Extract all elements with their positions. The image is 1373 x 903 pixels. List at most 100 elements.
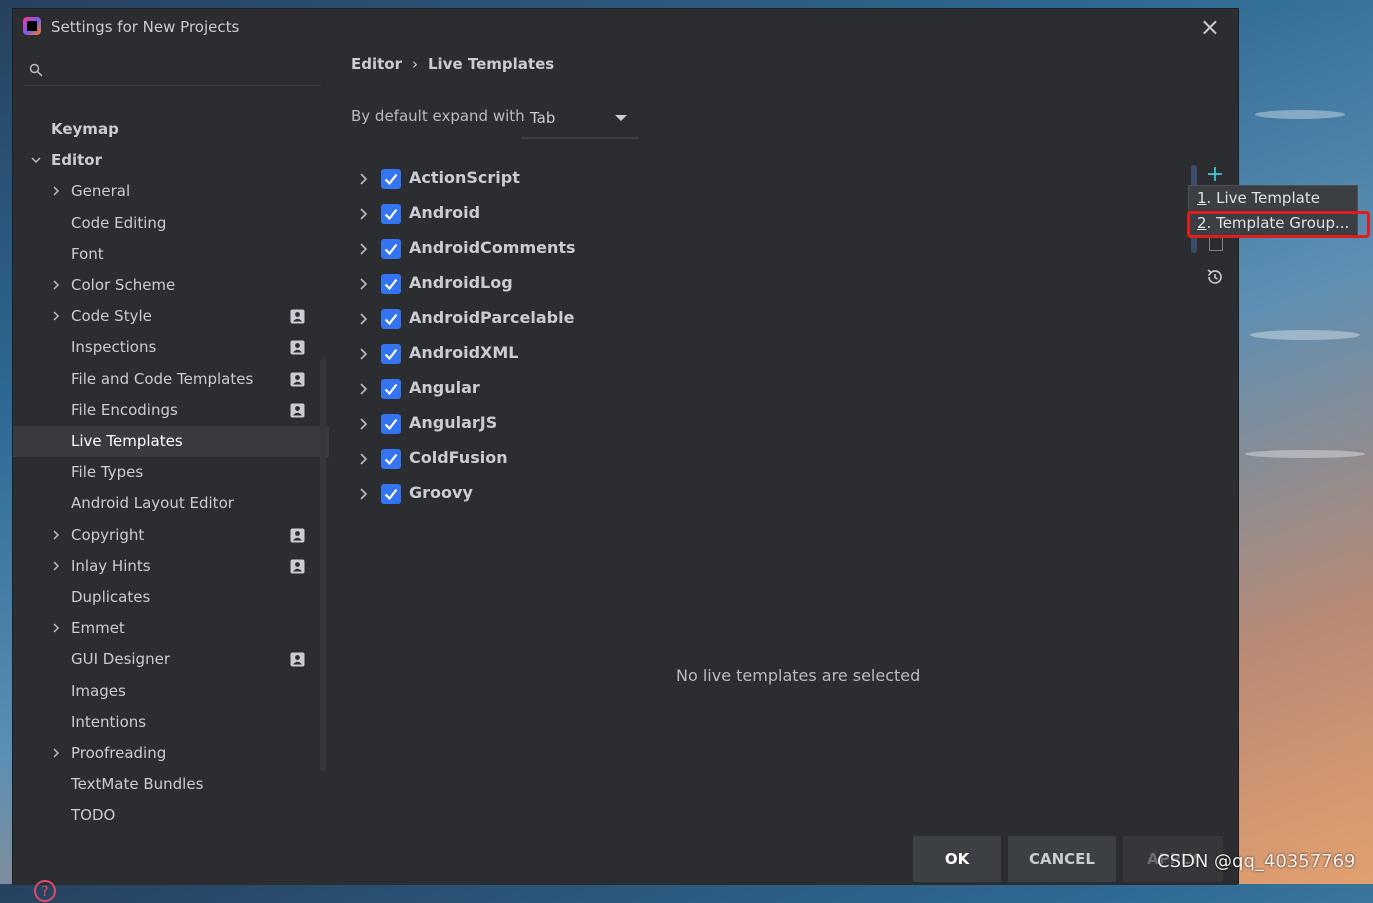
sidebar-item-label: Duplicates <box>71 588 151 606</box>
template-group-row[interactable]: AndroidComments <box>357 235 657 265</box>
sidebar-item[interactable]: Inlay Hints <box>13 551 329 582</box>
watermark: CSDN @qq_40357769 <box>1157 851 1356 872</box>
checkmark-icon <box>384 348 398 361</box>
chevron-right-icon[interactable] <box>51 280 61 290</box>
template-group-row[interactable]: AndroidXML <box>357 340 657 370</box>
template-group-row[interactable]: AngularJS <box>357 410 657 440</box>
template-group-checkbox[interactable] <box>381 169 401 189</box>
template-group-row[interactable]: AndroidParcelable <box>357 305 657 335</box>
sidebar-item[interactable]: File and Code Templates <box>13 364 329 395</box>
sidebar-item[interactable]: Proofreading <box>13 738 329 769</box>
template-group-row[interactable]: Angular <box>357 375 657 405</box>
title-bar: Settings for New Projects × <box>13 9 1238 45</box>
sidebar-item[interactable]: Color Scheme <box>13 270 329 301</box>
chevron-right-icon[interactable] <box>357 348 369 360</box>
template-group-row[interactable]: ColdFusion <box>357 445 657 475</box>
plus-icon[interactable]: + <box>1205 164 1225 186</box>
template-group-row[interactable]: AndroidLog <box>357 270 657 300</box>
checkmark-icon <box>384 383 398 396</box>
sidebar-item[interactable]: File Encodings <box>13 395 329 426</box>
sidebar-item[interactable]: Copyright <box>13 520 329 551</box>
chevron-right-icon[interactable] <box>357 488 369 500</box>
template-group-checkbox[interactable] <box>381 484 401 504</box>
sidebar-item[interactable]: Font <box>13 239 329 270</box>
sidebar-item[interactable]: General <box>13 176 329 207</box>
copy-icon[interactable] <box>1209 237 1223 251</box>
menu-item-label: . Live Template <box>1206 189 1320 207</box>
help-icon[interactable]: ? <box>33 879 57 903</box>
sidebar-item[interactable]: TextMate Bundles <box>13 769 329 800</box>
sidebar-item[interactable]: Code Style <box>13 301 329 332</box>
chevron-right-icon[interactable] <box>51 561 61 571</box>
sidebar-item-label: File Types <box>71 463 144 481</box>
sidebar-item[interactable]: Android Layout Editor <box>13 488 329 519</box>
template-group-checkbox[interactable] <box>381 344 401 364</box>
expand-with-select[interactable]: Tab <box>521 103 639 139</box>
sidebar-item[interactable]: Images <box>13 676 329 707</box>
project-scope-icon <box>290 340 305 355</box>
checkmark-icon <box>384 488 398 501</box>
sidebar-item[interactable]: Duplicates <box>13 582 329 613</box>
template-group-row[interactable]: Groovy <box>357 480 657 510</box>
sidebar-item[interactable]: Editor <box>13 145 329 176</box>
sidebar-scrollbar[interactable] <box>320 359 326 771</box>
sidebar-item[interactable]: Keymap <box>13 114 329 145</box>
sidebar-item[interactable]: Intentions <box>13 707 329 738</box>
template-group-checkbox[interactable] <box>381 379 401 399</box>
project-scope-icon <box>290 528 305 543</box>
chevron-right-icon[interactable] <box>357 173 369 185</box>
ok-button[interactable]: OK <box>913 836 1001 882</box>
search-input[interactable] <box>25 57 321 86</box>
checkmark-icon <box>384 418 398 431</box>
chevron-right-icon[interactable] <box>51 748 61 758</box>
project-scope-icon <box>290 559 305 574</box>
chevron-right-icon[interactable] <box>357 383 369 395</box>
chevron-down-icon[interactable] <box>31 155 41 165</box>
sidebar-item[interactable]: Emmet <box>13 613 329 644</box>
sidebar-item[interactable]: TODO <box>13 800 329 831</box>
empty-state-message: No live templates are selected <box>676 666 921 685</box>
template-group-label: Angular <box>409 378 480 397</box>
wallpaper-cloud <box>1255 110 1345 119</box>
cancel-button[interactable]: CANCEL <box>1008 836 1116 882</box>
template-group-label: ActionScript <box>409 168 520 187</box>
template-group-checkbox[interactable] <box>381 309 401 329</box>
checkmark-icon <box>384 453 398 466</box>
settings-sidebar: Keymap Editor General Code Editing Font Color… <box>13 45 329 902</box>
template-group-checkbox[interactable] <box>381 274 401 294</box>
chevron-right-icon[interactable] <box>357 418 369 430</box>
menu-item-mnemonic: 1 <box>1197 189 1207 207</box>
chevron-right-icon[interactable] <box>357 278 369 290</box>
sidebar-item[interactable]: Inspections <box>13 332 329 363</box>
chevron-right-icon[interactable] <box>357 208 369 220</box>
chevron-right-icon[interactable] <box>51 623 61 633</box>
chevron-right-icon[interactable] <box>51 186 61 196</box>
close-icon[interactable]: × <box>1200 13 1220 41</box>
chevron-right-icon[interactable] <box>357 453 369 465</box>
checkmark-icon <box>384 243 398 256</box>
sidebar-item[interactable]: Live Templates <box>13 426 329 457</box>
template-group-checkbox[interactable] <box>381 204 401 224</box>
template-group-checkbox[interactable] <box>381 414 401 434</box>
checkmark-icon <box>384 278 398 291</box>
template-group-row[interactable]: Android <box>357 200 657 230</box>
sidebar-item-label: GUI Designer <box>71 650 170 668</box>
template-group-checkbox[interactable] <box>381 239 401 259</box>
template-group-checkbox[interactable] <box>381 449 401 469</box>
template-group-row[interactable]: ActionScript <box>357 165 657 195</box>
sidebar-item[interactable]: GUI Designer <box>13 644 329 675</box>
template-group-label: AngularJS <box>409 413 498 432</box>
sidebar-item[interactable]: File Types <box>13 457 329 488</box>
chevron-right-icon[interactable] <box>357 243 369 255</box>
sidebar-item-label: File Encodings <box>71 401 178 419</box>
chevron-right-icon[interactable] <box>51 311 61 321</box>
chevron-right-icon[interactable] <box>51 530 61 540</box>
expand-with-label: By default expand with <box>351 107 525 125</box>
chevron-right-icon[interactable] <box>357 313 369 325</box>
sidebar-item-label: Intentions <box>71 713 147 731</box>
sidebar-item[interactable]: Code Editing <box>13 208 329 239</box>
restore-icon[interactable] <box>1205 267 1225 287</box>
breadcrumb-editor[interactable]: Editor <box>351 55 402 73</box>
sidebar-item-label: Editor <box>51 151 102 169</box>
menu-item-live-template[interactable]: 1. Live Template <box>1197 189 1320 207</box>
